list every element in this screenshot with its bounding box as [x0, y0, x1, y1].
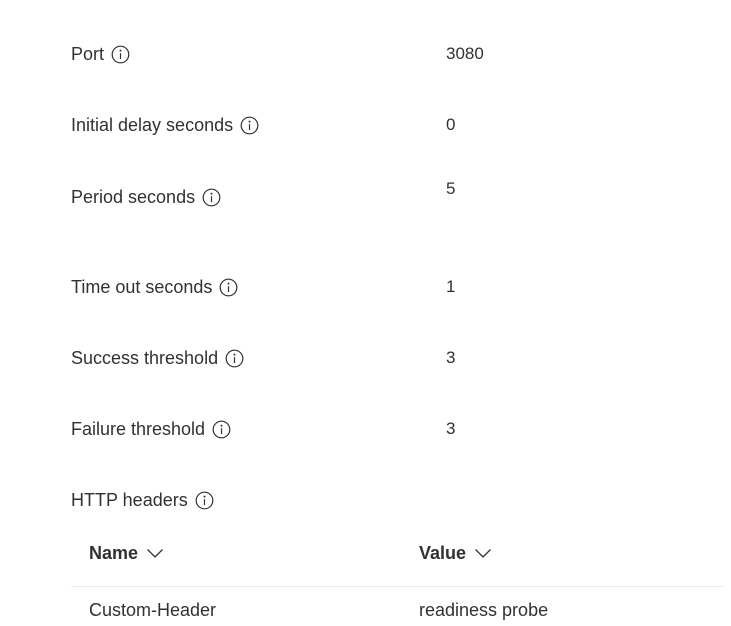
failure-threshold-label: Failure threshold [71, 417, 231, 441]
chevron-down-icon [146, 547, 164, 559]
column-header-name[interactable]: Name [89, 541, 164, 565]
initial-delay-seconds-label: Initial delay seconds [71, 113, 259, 137]
port-value: 3080 [446, 44, 484, 63]
info-icon[interactable] [111, 45, 130, 64]
port-label: Port [71, 42, 130, 66]
column-header-value-label: Value [419, 543, 467, 563]
period-seconds-label-text: Period seconds [71, 187, 196, 207]
table-header-divider [71, 586, 724, 587]
success-threshold-label: Success threshold [71, 346, 244, 370]
timeout-seconds-value: 1 [446, 277, 456, 296]
success-threshold-value: 3 [446, 348, 456, 367]
initial-delay-seconds-value: 0 [446, 115, 456, 134]
http-headers-label-text: HTTP headers [71, 490, 188, 510]
timeout-seconds-label: Time out seconds [71, 275, 238, 299]
info-icon[interactable] [240, 116, 259, 135]
info-icon[interactable] [219, 278, 238, 297]
info-icon[interactable] [195, 491, 214, 510]
header-value-cell: readiness probe [419, 600, 549, 620]
http-headers-label: HTTP headers [71, 488, 214, 512]
failure-threshold-value: 3 [446, 419, 456, 438]
info-icon[interactable] [225, 349, 244, 368]
timeout-seconds-label-text: Time out seconds [71, 277, 213, 297]
info-icon[interactable] [212, 420, 231, 439]
column-header-name-label: Name [89, 543, 139, 563]
chevron-down-icon [474, 547, 492, 559]
failure-threshold-label-text: Failure threshold [71, 419, 206, 439]
period-seconds-value: 5 [446, 179, 456, 198]
success-threshold-label-text: Success threshold [71, 348, 219, 368]
period-seconds-label: Period seconds [71, 185, 221, 209]
initial-delay-seconds-label-text: Initial delay seconds [71, 115, 234, 135]
info-icon[interactable] [202, 188, 221, 207]
header-name-cell: Custom-Header [89, 600, 217, 620]
column-header-value[interactable]: Value [419, 541, 492, 565]
port-label-text: Port [71, 44, 105, 64]
